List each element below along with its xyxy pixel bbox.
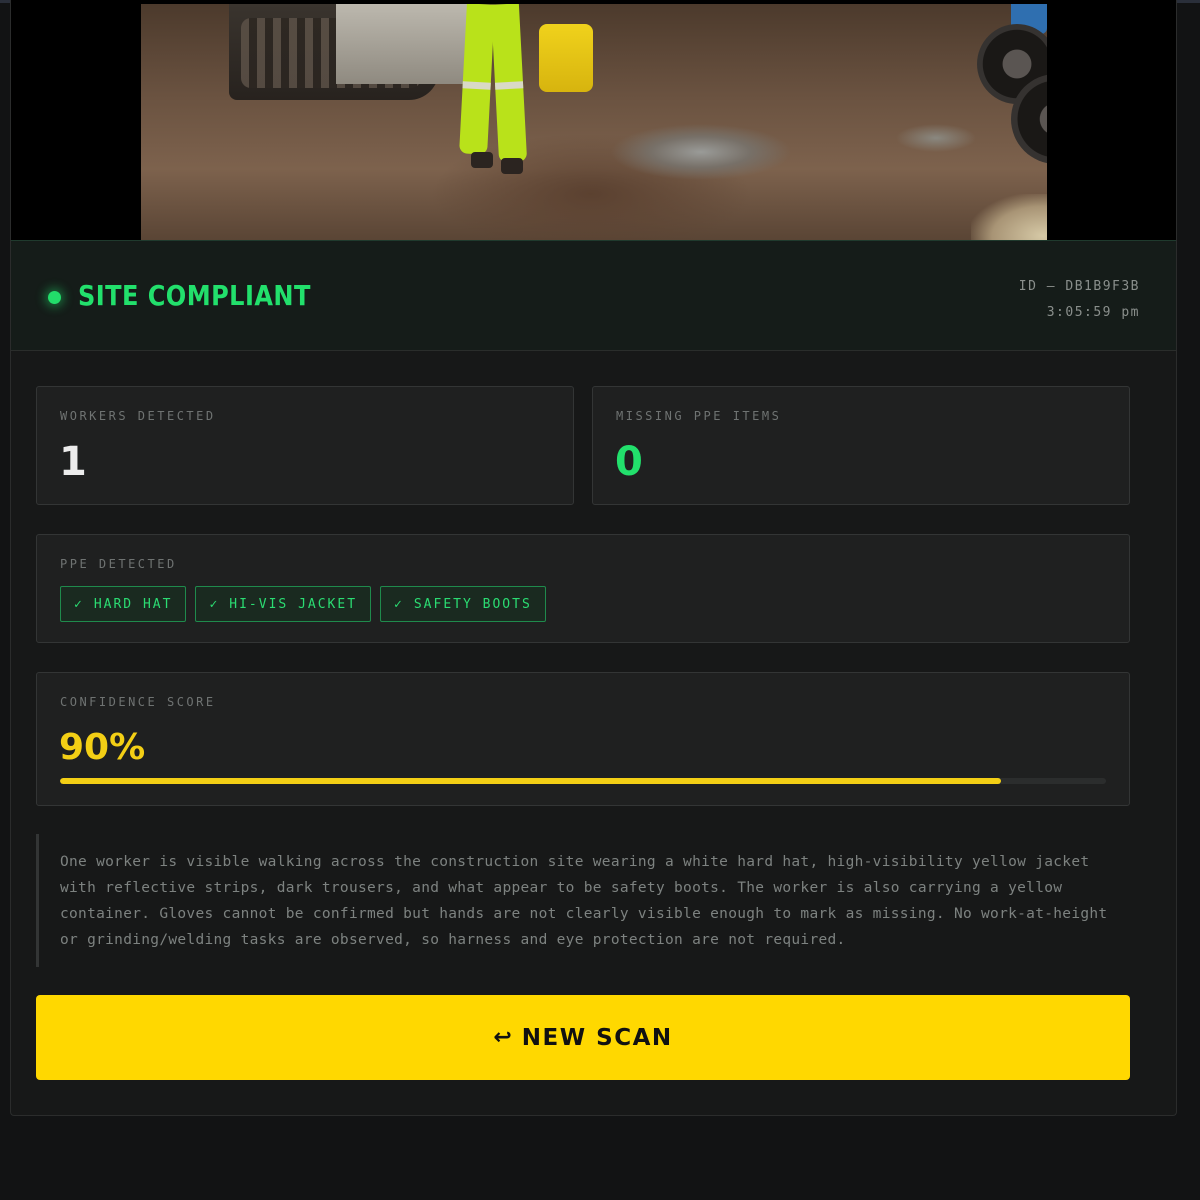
confidence-bar-track	[60, 778, 1106, 784]
worker-boot-right	[501, 158, 523, 174]
scanned-photo-frame	[11, 0, 1176, 240]
status-bar: SITE COMPLIANT ID — DB1B9F3B 3:05:59 pm	[11, 240, 1176, 351]
worker-leg-left	[459, 4, 495, 155]
worker-figure	[453, 4, 533, 174]
workers-detected-label: WORKERS DETECTED	[60, 409, 216, 423]
scan-time: 3:05:59 pm	[1046, 305, 1140, 320]
status-label: SITE COMPLIANT	[78, 279, 311, 312]
ppe-chip-hard-hat: ✓ HARD HAT	[60, 586, 187, 622]
ppe-chip-safety-boots: ✓ SAFETY BOOTS	[380, 586, 546, 622]
yellow-container	[539, 24, 593, 92]
confidence-score-label: CONFIDENCE SCORE	[60, 695, 216, 709]
new-scan-label: NEW SCAN	[521, 1024, 673, 1051]
rubble-pile	[971, 194, 1047, 240]
return-arrow-icon: ↩	[493, 1025, 512, 1050]
new-scan-button[interactable]: ↩ NEW SCAN	[36, 995, 1130, 1080]
worker-leg-right	[490, 4, 528, 163]
analysis-text: One worker is visible walking across the…	[36, 834, 1130, 967]
ppe-detected-panel: PPE DETECTED ✓ HARD HAT ✓ HI-VIS JACKET …	[36, 534, 1130, 643]
check-icon: ✓	[74, 596, 84, 612]
workers-detected-value: 1	[59, 439, 87, 485]
scan-meta: ID — DB1B9F3B 3:05:59 pm	[1019, 274, 1140, 326]
confidence-bar-fill	[60, 778, 1002, 784]
workers-detected-panel: WORKERS DETECTED 1	[36, 386, 574, 505]
confidence-score-value: 90%	[59, 727, 146, 768]
check-icon: ✓	[209, 596, 220, 612]
ppe-chip-label: SAFETY BOOTS	[413, 596, 532, 612]
scanned-site-photo	[141, 4, 1047, 240]
confidence-score-panel: CONFIDENCE SCORE 90%	[36, 672, 1130, 806]
check-icon: ✓	[394, 596, 404, 612]
ppe-detected-label: PPE DETECTED	[60, 557, 177, 571]
missing-ppe-value: 0	[615, 439, 643, 485]
ppe-chip-label: HI-VIS JACKET	[229, 596, 358, 612]
worker-boot-left	[471, 152, 493, 168]
missing-ppe-panel: MISSING PPE ITEMS 0	[592, 386, 1130, 505]
ppe-chip-label: HARD HAT	[93, 596, 173, 612]
status-indicator-dot	[48, 291, 61, 304]
scan-id: ID — DB1B9F3B	[1018, 279, 1140, 294]
ppe-chip-hi-vis-jacket: ✓ HI-VIS JACKET	[195, 586, 372, 622]
ppe-chip-list: ✓ HARD HAT ✓ HI-VIS JACKET ✓ SAFETY BOOT…	[60, 586, 546, 622]
missing-ppe-label: MISSING PPE ITEMS	[616, 409, 782, 423]
